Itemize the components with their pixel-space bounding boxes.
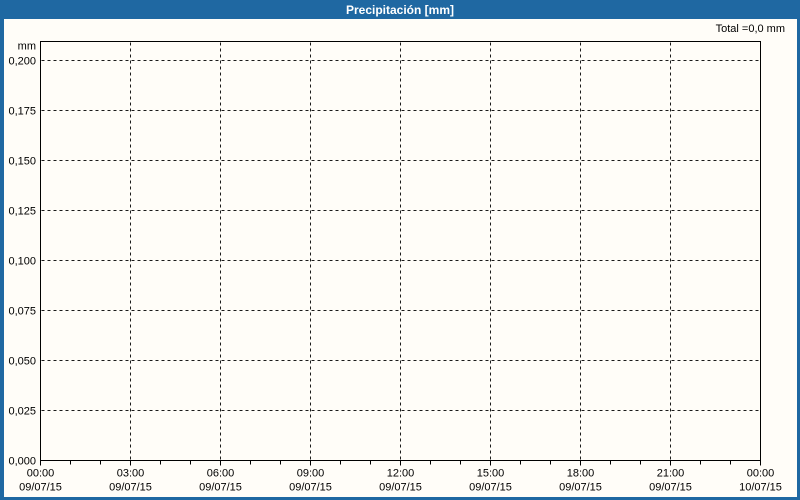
x-time-label: 03:00 [117,468,145,480]
precipitation-chart: 0,200 0,175 0,150 0,125 0,100 0,075 0,050 0,025… [8,41,782,494]
y-tick-label: 0,050 [8,356,36,368]
x-date-label: 09/07/15 [469,482,512,494]
x-date-label: 09/07/15 [559,482,602,494]
chart-title-bar: Precipitación [mm] [0,0,800,19]
x-date-label: 09/07/15 [199,482,242,494]
y-tick-label: 0,075 [8,306,36,318]
x-date-label: 09/07/15 [649,482,692,494]
y-tick-label: 0,025 [8,406,36,418]
x-date-label: 09/07/15 [379,482,422,494]
x-time-label: 09:00 [297,468,325,480]
x-time-label: 21:00 [657,468,685,480]
y-axis-unit-label: mm [18,41,36,53]
x-date-label: 09/07/15 [109,482,152,494]
x-time-label: 06:00 [207,468,235,480]
x-date-label: 10/07/15 [739,482,782,494]
y-tick-label: 0,100 [8,256,36,268]
x-date-label: 09/07/15 [289,482,332,494]
y-tick-label: 0,000 [8,456,36,468]
y-tick-label: 0,150 [8,156,36,168]
x-time-label: 12:00 [387,468,415,480]
y-tick-label: 0,125 [8,206,36,218]
y-tick-label: 0,200 [8,56,36,68]
x-time-label: 00:00 [27,468,55,480]
chart-plot-panel: Total =0,0 mm 0,200 0,175 0,150 0,125 0,100 0… [4,19,797,497]
x-date-label: 09/07/15 [19,482,62,494]
chart-window: Precipitación [mm] Total =0,0 mm 0,200 0,… [0,0,800,500]
x-time-label: 18:00 [567,468,595,480]
x-time-label: 00:00 [747,468,775,480]
y-tick-label: 0,175 [8,106,36,118]
chart-title: Precipitación [mm] [345,2,455,17]
x-time-label: 15:00 [477,468,505,480]
